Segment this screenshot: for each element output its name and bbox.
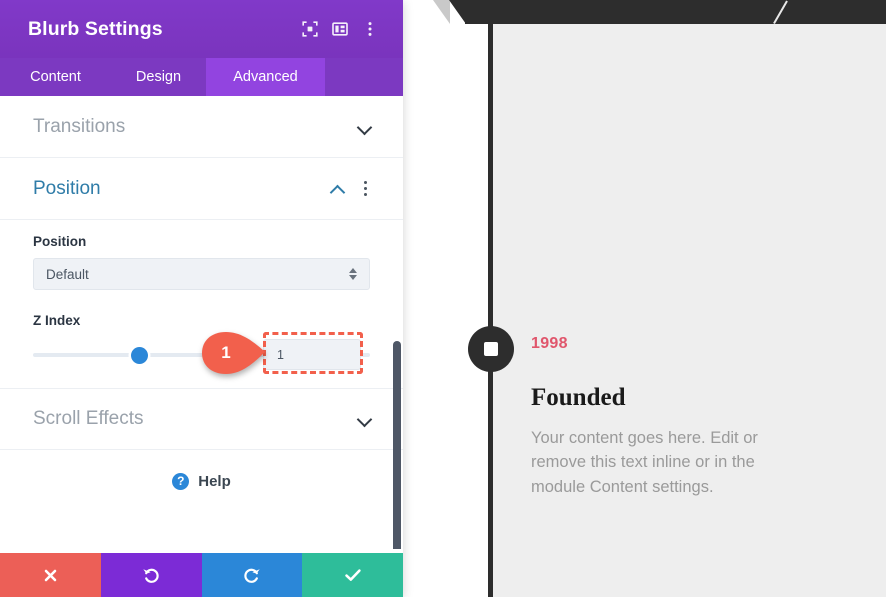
- save-button[interactable]: [302, 553, 403, 597]
- position-field-label: Position: [33, 234, 87, 249]
- section-position[interactable]: Position: [0, 158, 403, 220]
- tab-content-label: Content: [30, 69, 81, 85]
- tab-design[interactable]: Design: [111, 58, 206, 96]
- annotation-marker-1: 1: [200, 332, 266, 374]
- annotation-marker-number: 1: [221, 343, 231, 362]
- tab-advanced[interactable]: Advanced: [206, 58, 325, 96]
- vertical-scrollbar[interactable]: [393, 341, 401, 549]
- modal-tab-bar: Content Design Advanced: [0, 58, 403, 96]
- select-stepper-icon: [349, 268, 357, 280]
- section-scroll-effects[interactable]: Scroll Effects: [0, 388, 403, 450]
- section-position-title: Position: [33, 177, 101, 199]
- topbar-corner-light: [433, 0, 450, 24]
- cancel-button[interactable]: [0, 553, 101, 597]
- modal-header: Blurb Settings: [0, 0, 403, 58]
- focus-icon[interactable]: [295, 14, 325, 44]
- chevron-up-icon: [330, 181, 346, 197]
- modal-title: Blurb Settings: [28, 17, 163, 40]
- help-link[interactable]: ? Help: [0, 450, 403, 512]
- z-index-input-value: 1: [277, 347, 284, 362]
- tab-advanced-label: Advanced: [233, 69, 298, 85]
- chevron-down-icon: [357, 119, 373, 135]
- topbar-slash-icon: [773, 0, 788, 25]
- z-index-input[interactable]: 1: [263, 339, 361, 370]
- position-select[interactable]: Default: [33, 258, 370, 290]
- section-transitions-title: Transitions: [33, 115, 126, 137]
- settings-scroll-area: Transitions Position Position Default Z …: [0, 96, 403, 549]
- page-preview: 1998 Founded Your content goes here. Edi…: [403, 0, 886, 597]
- topbar-corner-dark: [449, 0, 466, 24]
- z-index-slider-handle[interactable]: [131, 347, 148, 364]
- section-scroll-effects-title: Scroll Effects: [33, 408, 144, 429]
- preview-panel-background: [493, 24, 886, 597]
- timeline-item-content: 1998 Founded Your content goes here. Edi…: [531, 336, 776, 499]
- tab-content[interactable]: Content: [0, 58, 111, 96]
- chevron-down-icon: [357, 411, 373, 427]
- tab-design-label: Design: [135, 69, 182, 85]
- timeline-title: Founded: [531, 384, 626, 411]
- redo-button[interactable]: [201, 553, 303, 597]
- section-transitions[interactable]: Transitions: [0, 96, 403, 158]
- help-icon: ?: [172, 472, 190, 490]
- dark-topbar: [465, 0, 886, 25]
- timeline-vertical-line: [488, 0, 493, 597]
- z-index-label: Z Index: [33, 313, 81, 328]
- layout-icon[interactable]: [325, 14, 355, 44]
- screenshot-root: 1998 Founded Your content goes here. Edi…: [0, 0, 886, 597]
- help-label: Help: [198, 472, 231, 490]
- modal-footer: [0, 553, 403, 597]
- timeline-marker-icon: [468, 326, 514, 372]
- timeline-marker-inner-square: [484, 342, 498, 356]
- blurb-settings-modal: Blurb Settings Content Design Advanced T…: [0, 0, 403, 597]
- undo-button[interactable]: [100, 553, 202, 597]
- section-position-kebab-icon[interactable]: [357, 180, 373, 198]
- position-select-value: Default: [46, 266, 89, 282]
- timeline-year: 1998: [531, 335, 568, 352]
- kebab-icon[interactable]: [355, 14, 385, 44]
- timeline-body-text: Your content goes here. Edit or remove t…: [531, 429, 758, 496]
